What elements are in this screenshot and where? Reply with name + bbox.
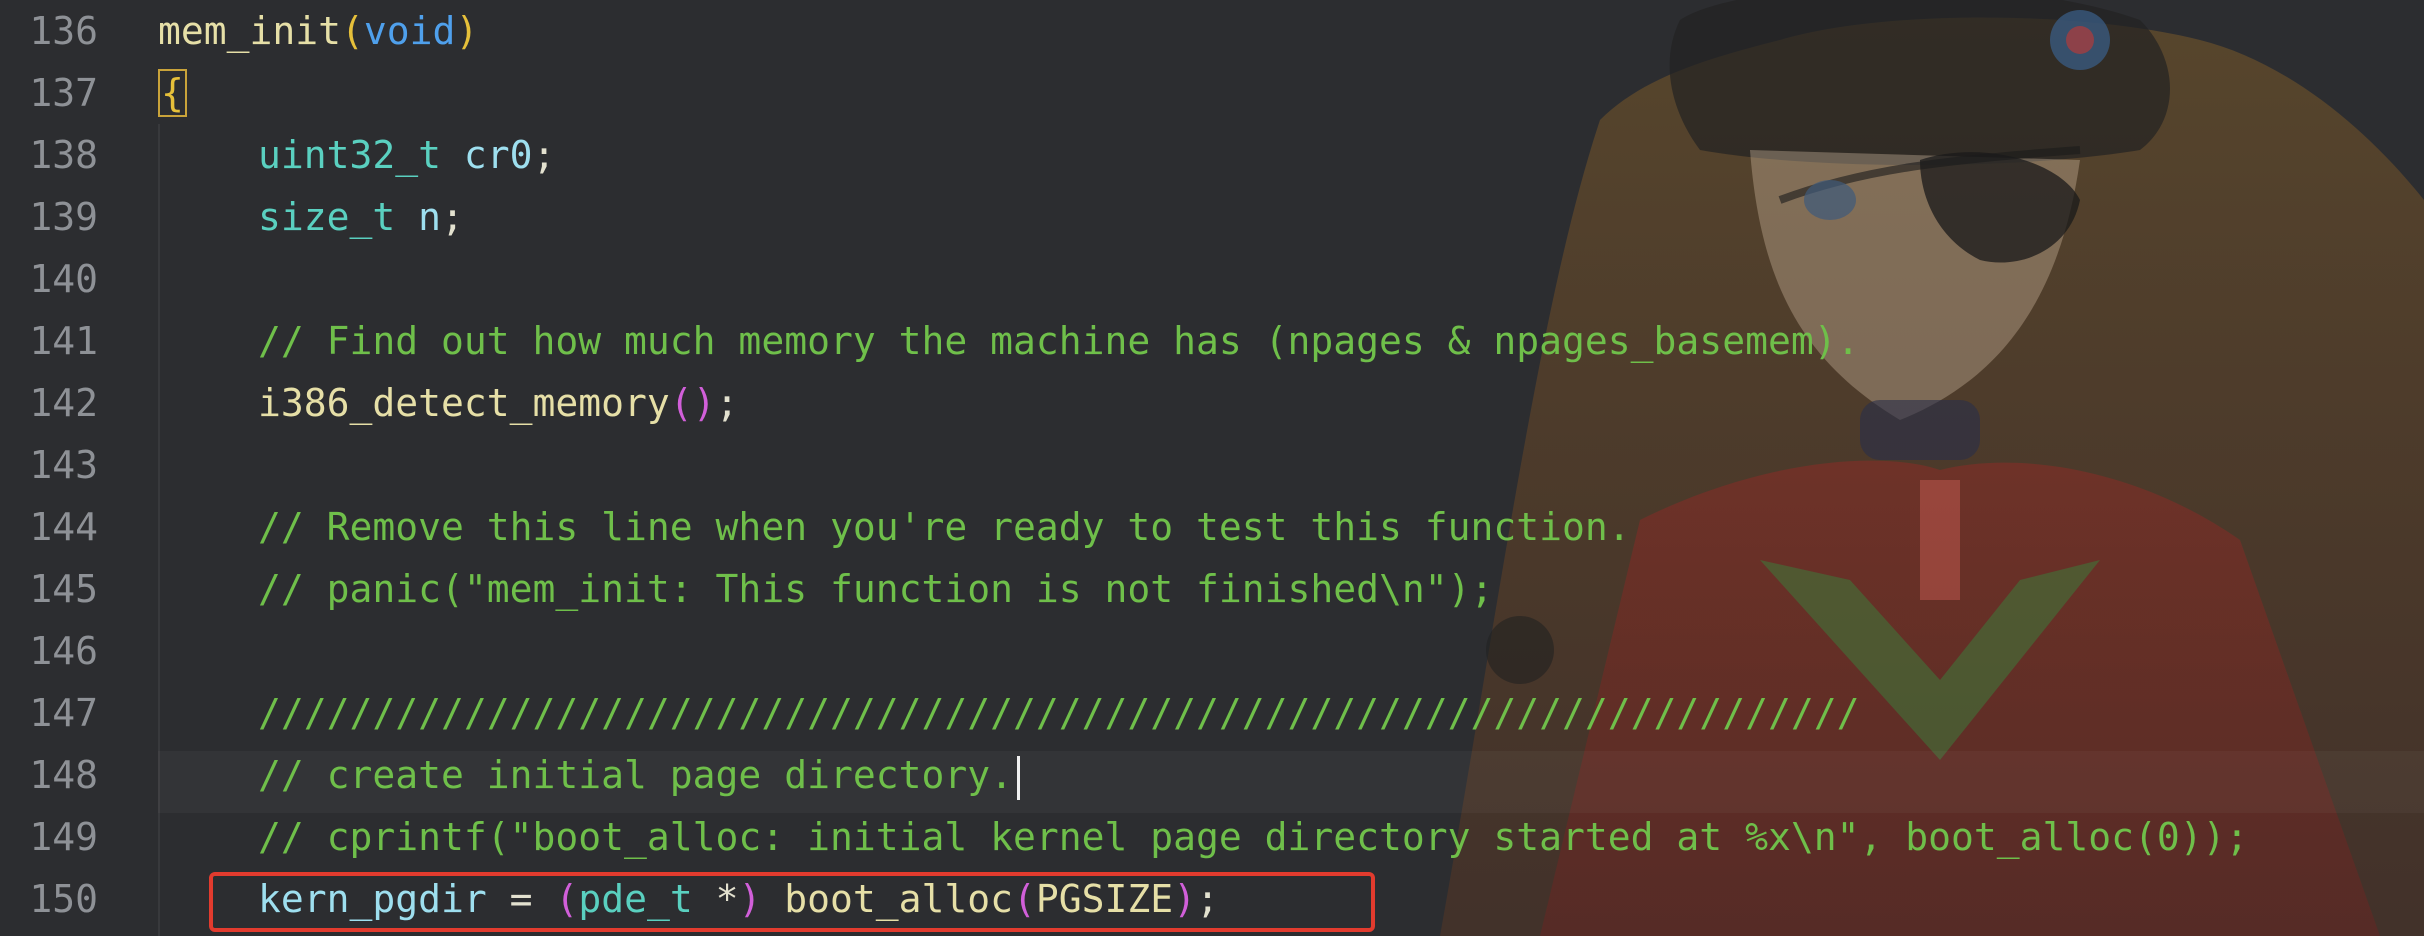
semicolon: ; xyxy=(441,195,464,239)
code-comment: // panic("mem_init: This function is not… xyxy=(258,567,1494,611)
variable-name: cr0 xyxy=(463,133,533,177)
code-line-144[interactable]: // Remove this line when you're ready to… xyxy=(258,496,1631,558)
code-line-142[interactable]: i386_detect_memory(); xyxy=(258,372,738,434)
type-name: size_t xyxy=(258,195,396,239)
line-number: 138 xyxy=(29,133,98,177)
line-number: 150 xyxy=(29,877,98,921)
line-number: 146 xyxy=(29,629,98,673)
matching-brace: { xyxy=(158,69,187,117)
line-number: 148 xyxy=(29,753,98,797)
line-number: 136 xyxy=(29,9,98,53)
function-call: i386_detect_memory xyxy=(258,381,670,425)
code-line-145[interactable]: // panic("mem_init: This function is not… xyxy=(258,558,1493,620)
annotation-highlight-box xyxy=(209,872,1375,932)
line-number: 143 xyxy=(29,443,98,487)
paren-close: ) xyxy=(692,381,716,425)
code-editor[interactable]: 136 137 138 139 140 141 142 143 144 145 … xyxy=(0,0,2424,936)
code-comment: // Find out how much memory the machine … xyxy=(258,319,1860,363)
paren-open: ( xyxy=(669,381,693,425)
line-number: 140 xyxy=(29,257,98,301)
line-number-gutter: 136 137 138 139 140 141 142 143 144 145 … xyxy=(0,0,130,936)
code-line-137[interactable]: { xyxy=(158,62,187,124)
code-line-141[interactable]: // Find out how much memory the machine … xyxy=(258,310,1859,372)
line-number: 139 xyxy=(29,195,98,239)
semicolon: ; xyxy=(532,133,556,177)
line-number: 142 xyxy=(29,381,98,425)
code-comment: // create initial page directory. xyxy=(258,753,1013,797)
paren-open: ( xyxy=(341,9,364,53)
line-number: 145 xyxy=(29,567,98,611)
code-comment: // Remove this line when you're ready to… xyxy=(258,505,1631,549)
text-cursor xyxy=(1016,755,1020,800)
line-number: 141 xyxy=(29,319,98,363)
variable-name: n xyxy=(418,195,442,239)
code-line-147[interactable]: ////////////////////////////////////////… xyxy=(258,682,1859,744)
code-line-138[interactable]: uint32_t cr0; xyxy=(258,124,555,186)
line-number: 144 xyxy=(29,505,98,549)
line-number: 149 xyxy=(29,815,98,859)
code-text-area[interactable]: mem_init(void) { uint32_t cr0; size_t n;… xyxy=(158,0,2424,936)
semicolon: ; xyxy=(715,381,739,425)
function-name: mem_init xyxy=(158,9,342,53)
paren-close: ) xyxy=(455,9,479,53)
code-line-148[interactable]: // create initial page directory. xyxy=(258,744,1020,806)
code-line-149[interactable]: // cprintf("boot_alloc: initial kernel p… xyxy=(258,806,2248,868)
line-number: 147 xyxy=(29,691,98,735)
keyword-void: void xyxy=(363,9,456,53)
line-number: 137 xyxy=(29,71,98,115)
code-comment: ////////////////////////////////////////… xyxy=(258,691,1860,735)
code-line-139[interactable]: size_t n; xyxy=(258,186,464,248)
code-comment: // cprintf("boot_alloc: initial kernel p… xyxy=(258,815,2249,859)
code-line-136[interactable]: mem_init(void) xyxy=(158,0,478,62)
type-name: uint32_t xyxy=(258,133,442,177)
